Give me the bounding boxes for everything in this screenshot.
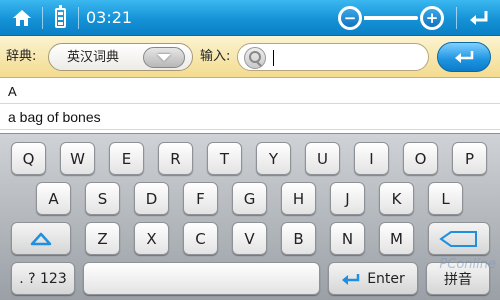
separator [42, 7, 43, 29]
zoom-slider-fill [364, 16, 391, 20]
plus-icon: + [423, 9, 441, 27]
key-h[interactable]: H [281, 182, 316, 215]
enter-icon [342, 273, 360, 285]
text-caret [273, 50, 274, 66]
clock: 03:21 [86, 8, 133, 27]
key-j[interactable]: J [330, 182, 365, 215]
separator [78, 7, 79, 29]
input-label: 输入: [200, 49, 231, 64]
key-m[interactable]: M [379, 222, 414, 255]
status-bar: 03:21 − + [0, 0, 500, 36]
key-g[interactable]: G [232, 182, 267, 215]
search-icon [244, 47, 266, 69]
key-b[interactable]: B [281, 222, 316, 255]
on-screen-keyboard: Q W E R T Y U I O P A S D F G H J K L Z … [0, 133, 500, 300]
minus-icon: − [341, 9, 359, 27]
backspace-key[interactable] [428, 222, 490, 255]
key-k[interactable]: K [379, 182, 414, 215]
dictionary-toolbar: 辞典: 英汉词典 输入: [0, 36, 500, 78]
key-t[interactable]: T [207, 142, 242, 175]
dropdown-button[interactable] [143, 47, 185, 68]
key-n[interactable]: N [330, 222, 365, 255]
key-c[interactable]: C [183, 222, 218, 255]
key-p[interactable]: P [452, 142, 487, 175]
dictionary-select[interactable]: 英汉词典 [48, 43, 193, 71]
dictionary-label: 辞典: [6, 49, 37, 64]
search-input[interactable] [272, 48, 422, 68]
key-y[interactable]: Y [256, 142, 291, 175]
key-w[interactable]: W [60, 142, 95, 175]
key-r[interactable]: R [158, 142, 193, 175]
key-s[interactable]: S [85, 182, 120, 215]
zoom-slider[interactable] [364, 16, 418, 20]
zoom-out-button[interactable]: − [338, 6, 362, 30]
list-item[interactable]: A [0, 79, 500, 104]
key-l[interactable]: L [428, 182, 463, 215]
search-box[interactable] [237, 43, 429, 71]
result-list: A a bag of bones [0, 79, 500, 130]
dictionary-selected-value: 英汉词典 [67, 50, 120, 65]
separator [456, 7, 457, 29]
chevron-down-icon [157, 54, 171, 61]
zoom-control[interactable]: − + [336, 4, 446, 32]
key-x[interactable]: X [134, 222, 169, 255]
search-enter-button[interactable] [437, 42, 491, 72]
key-a[interactable]: A [36, 182, 71, 215]
list-item[interactable]: a bag of bones [0, 104, 500, 130]
key-i[interactable]: I [354, 142, 389, 175]
key-z[interactable]: Z [85, 222, 120, 255]
watermark: PConline [439, 257, 496, 272]
key-d[interactable]: D [134, 182, 169, 215]
home-button[interactable] [4, 0, 40, 36]
key-v[interactable]: V [232, 222, 267, 255]
back-button[interactable] [462, 0, 496, 36]
key-e[interactable]: E [109, 142, 144, 175]
space-key[interactable] [83, 262, 320, 295]
key-f[interactable]: F [183, 182, 218, 215]
enter-label: Enter [367, 270, 405, 287]
battery-icon [49, 0, 71, 36]
enter-key[interactable]: Enter [328, 262, 418, 295]
key-q[interactable]: Q [11, 142, 46, 175]
key-u[interactable]: U [305, 142, 340, 175]
symbols-key[interactable]: . ? 123 [11, 262, 75, 295]
back-arrow-icon [470, 11, 488, 25]
zoom-in-button[interactable]: + [420, 6, 444, 30]
shift-key[interactable] [11, 222, 71, 255]
shift-icon [30, 232, 52, 245]
enter-icon [455, 51, 474, 63]
backspace-icon [439, 230, 477, 247]
key-o[interactable]: O [403, 142, 438, 175]
home-icon [13, 10, 31, 26]
